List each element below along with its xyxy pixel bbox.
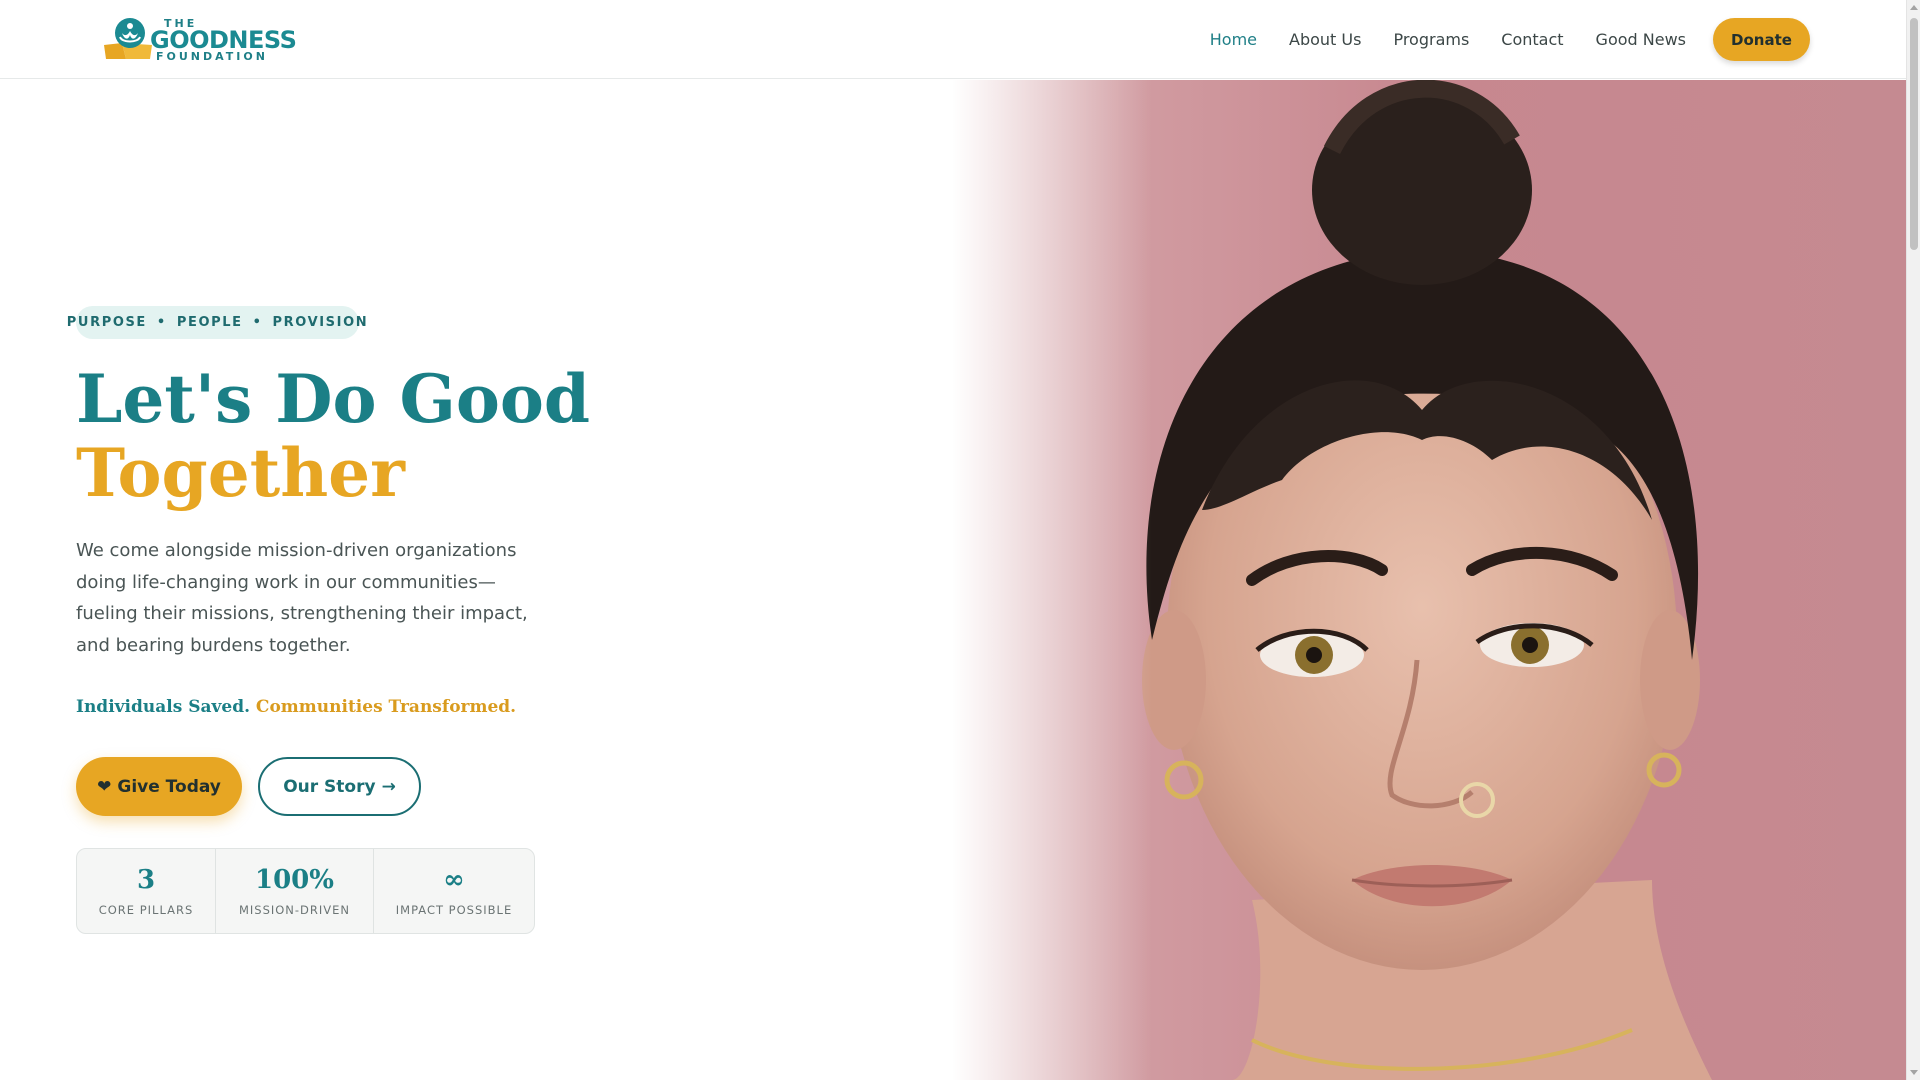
arrow-right-icon: → <box>381 776 396 797</box>
slogan-communities: Communities Transformed. <box>255 697 517 717</box>
tagline-provision: PROVISION <box>272 315 369 330</box>
tagline-separator: • <box>156 315 167 330</box>
stat-impact-possible: ∞ IMPACT POSSIBLE <box>373 849 534 933</box>
nav-about-us[interactable]: About Us <box>1289 30 1361 49</box>
tagline-separator: • <box>252 315 263 330</box>
tagline-pill: PURPOSE • PEOPLE • PROVISION <box>67 306 367 339</box>
our-story-label: Our Story <box>283 776 376 797</box>
hero-headline: Let's Do Good Together <box>76 362 590 510</box>
nav-good-news[interactable]: Good News <box>1596 30 1686 49</box>
give-today-button[interactable]: ❤ Give Today <box>76 757 242 816</box>
logo-emblem-icon <box>104 18 152 59</box>
hero-image-fade <box>952 80 1152 1080</box>
tagline-purpose: PURPOSE <box>66 315 147 330</box>
stat-label: IMPACT POSSIBLE <box>395 903 513 917</box>
scrollbar-thumb[interactable] <box>1910 18 1918 250</box>
slogan-individuals: Individuals Saved. <box>76 697 250 717</box>
scroll-down-icon[interactable] <box>1910 1070 1918 1075</box>
logo-line-goodness: GOODNESS <box>150 26 297 54</box>
goodness-foundation-logo[interactable]: THE GOODNESS FOUNDATION <box>102 15 297 62</box>
main-nav: Home About Us Programs Contact Good News <box>1210 0 1686 79</box>
stat-core-pillars: 3 CORE PILLARS <box>77 849 215 933</box>
tagline-people: PEOPLE <box>176 315 243 330</box>
headline-line-1: Let's Do Good <box>76 360 591 438</box>
headline-line-2: Together <box>76 434 405 512</box>
stat-value: 3 <box>136 865 156 895</box>
stat-mission-driven: 100% MISSION-DRIVEN <box>215 849 373 933</box>
nav-home[interactable]: Home <box>1210 30 1257 49</box>
hero-slogan: Individuals Saved. Communities Transform… <box>76 697 516 717</box>
donate-button[interactable]: Donate <box>1713 18 1810 61</box>
stat-value: 100% <box>255 865 334 895</box>
nav-contact[interactable]: Contact <box>1501 30 1563 49</box>
scroll-up-icon[interactable] <box>1910 5 1918 10</box>
stat-value: ∞ <box>443 865 465 895</box>
heart-icon: ❤ <box>97 776 112 797</box>
stat-label: CORE PILLARS <box>98 903 194 917</box>
stats-panel: 3 CORE PILLARS 100% MISSION-DRIVEN ∞ IMP… <box>76 848 535 934</box>
nav-programs[interactable]: Programs <box>1393 30 1469 49</box>
stat-label: MISSION-DRIVEN <box>238 903 351 917</box>
our-story-button[interactable]: Our Story → <box>258 757 421 816</box>
site-header: THE GOODNESS FOUNDATION Home About Us Pr… <box>0 0 1906 79</box>
page-scrollbar[interactable] <box>1906 0 1920 1080</box>
hero-intro-text: We come alongside mission-driven organiz… <box>76 540 528 656</box>
give-today-label: Give Today <box>117 776 221 797</box>
